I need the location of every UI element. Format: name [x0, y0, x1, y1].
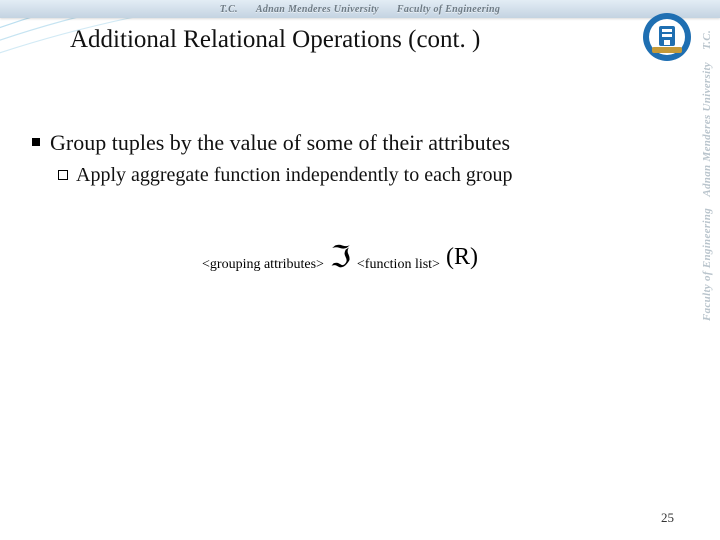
- formula: <grouping attributes> ℑ <function list> …: [0, 240, 680, 275]
- university-logo: [642, 12, 692, 62]
- sub-bullet-row: Apply aggregate function independently t…: [58, 162, 660, 189]
- sub-bullet-text: Apply aggregate function independently t…: [76, 162, 513, 189]
- side-faculty: Faculty of Engineering: [701, 208, 713, 321]
- formula-grouping: <grouping attributes>: [202, 257, 324, 273]
- side-university: Adnan Menderes University: [701, 62, 713, 197]
- formula-funclist: <function list>: [357, 257, 440, 273]
- side-watermark: T.C. Adnan Menderes University Faculty o…: [694, 30, 720, 540]
- slide-content: Group tuples by the value of some of the…: [32, 128, 660, 189]
- slide-title: Additional Relational Operations (cont. …: [70, 26, 480, 54]
- header-bar: T.C. Adnan Menderes University Faculty o…: [0, 0, 720, 18]
- header-university: Adnan Menderes University: [256, 4, 379, 15]
- hollow-square-icon: [58, 170, 68, 180]
- bullet-row: Group tuples by the value of some of the…: [32, 128, 660, 158]
- formula-relation: (R): [446, 244, 478, 271]
- decorative-swoosh: [0, 0, 280, 140]
- header-tc: T.C.: [220, 4, 238, 15]
- header-faculty: Faculty of Engineering: [397, 4, 500, 15]
- bullet-text: Group tuples by the value of some of the…: [50, 128, 510, 158]
- page-number: 25: [661, 510, 674, 526]
- formula-aggregate-symbol: ℑ: [330, 240, 351, 275]
- square-bullet-icon: [32, 138, 40, 146]
- side-tc: T.C.: [701, 30, 713, 50]
